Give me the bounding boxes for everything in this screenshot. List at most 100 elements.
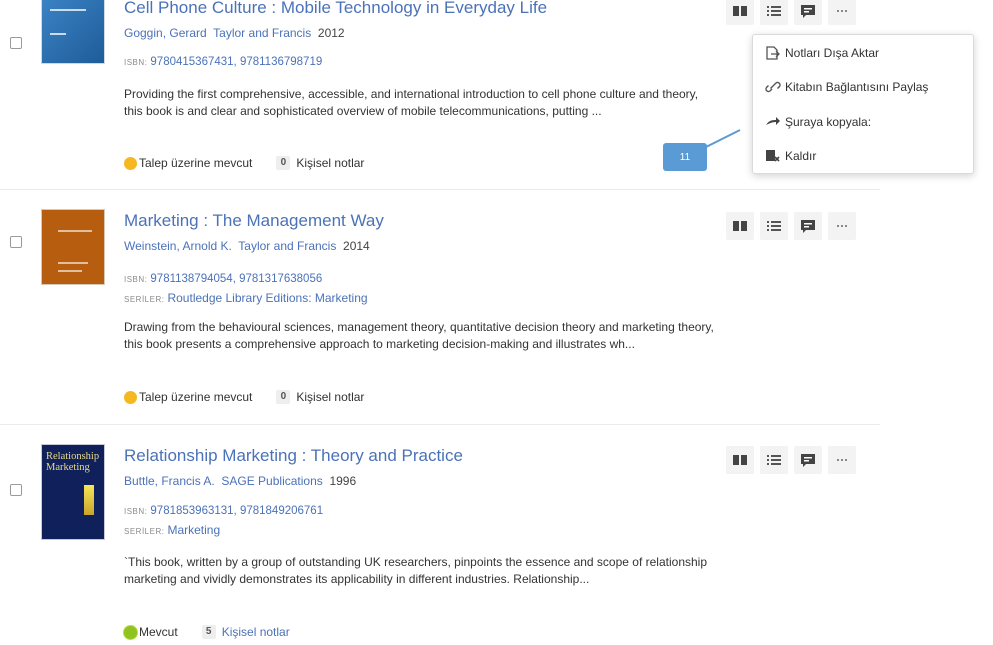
record-title[interactable]: Cell Phone Culture : Mobile Technology i… <box>124 0 547 18</box>
publisher-link[interactable]: SAGE Publications <box>221 474 322 488</box>
personal-notes[interactable]: 0 Kişisel notlar <box>276 390 364 404</box>
availability-status[interactable]: Talep üzerine mevcut <box>139 156 252 170</box>
book-icon <box>733 221 747 231</box>
details-button[interactable] <box>760 212 788 240</box>
comment-icon <box>801 453 815 467</box>
menu-item-remove[interactable]: Kaldır <box>765 149 816 163</box>
availability-dot-icon <box>124 156 137 170</box>
series-line: SERİLER: Routledge Library Editions: Mark… <box>124 291 368 305</box>
more-icon <box>837 459 847 461</box>
record-actions <box>726 212 856 240</box>
availability-dot-icon <box>124 625 137 639</box>
personal-notes[interactable]: 5 Kişisel notlar <box>201 625 290 639</box>
availability-line: Talep üzerine mevcut 0 Kişisel notlar <box>124 156 364 170</box>
remove-icon <box>766 150 780 162</box>
record-meta: Goggin, Gerard Taylor and Francis 2012 <box>124 26 345 40</box>
year: 1996 <box>329 474 357 488</box>
availability-status[interactable]: Mevcut <box>139 625 178 639</box>
comment-button[interactable] <box>794 212 822 240</box>
read-button[interactable] <box>726 212 754 240</box>
more-icon <box>837 10 847 12</box>
record-actions <box>726 0 856 25</box>
book-icon <box>733 6 747 16</box>
series-link[interactable]: Marketing <box>167 523 220 537</box>
book-cover[interactable] <box>41 0 105 64</box>
record-title[interactable]: Marketing : The Management Way <box>124 211 384 231</box>
isbn-value: 9781853963131, 9781849206761 <box>150 505 324 517</box>
record-meta: Buttle, Francis A. SAGE Publications 199… <box>124 474 356 488</box>
record-description: Drawing from the behavioural sciences, m… <box>124 320 714 351</box>
isbn-value: 9780415367431, 9781136798719 <box>150 56 323 68</box>
record-actions <box>726 446 856 474</box>
record-description: `This book, written by a group of outsta… <box>124 555 708 586</box>
menu-item-label: Kaldır <box>785 149 817 163</box>
read-button[interactable] <box>726 446 754 474</box>
comment-button[interactable] <box>794 0 822 25</box>
list-icon <box>767 455 781 465</box>
more-button[interactable] <box>828 446 856 474</box>
menu-item-label: Notları Dışa Aktar <box>785 46 880 60</box>
notes-count: 0 <box>276 390 291 404</box>
publisher-link[interactable]: Taylor and Francis <box>238 239 336 253</box>
select-checkbox[interactable] <box>10 37 22 49</box>
link-icon <box>765 81 781 93</box>
more-icon <box>837 225 847 227</box>
menu-item-copy-to[interactable]: Şuraya kopyala: <box>765 115 871 129</box>
list-icon <box>767 221 781 231</box>
availability-status[interactable]: Talep üzerine mevcut <box>139 390 252 404</box>
record-description: Providing the first comprehensive, acces… <box>124 87 699 118</box>
more-button[interactable] <box>828 0 856 25</box>
comment-button[interactable] <box>794 446 822 474</box>
divider <box>0 424 880 425</box>
author-link[interactable]: Buttle, Francis A. <box>124 474 215 488</box>
book-cover[interactable]: Relationship Marketing <box>41 444 105 540</box>
notes-label: Kişisel notlar <box>221 625 290 639</box>
book-icon <box>733 455 747 465</box>
details-button[interactable] <box>760 0 788 25</box>
details-button[interactable] <box>760 446 788 474</box>
divider <box>0 189 880 190</box>
menu-item-export-notes[interactable]: Notları Dışa Aktar <box>765 46 879 60</box>
export-icon <box>766 46 780 60</box>
comment-icon <box>801 4 815 18</box>
notes-count: 5 <box>201 625 216 639</box>
isbn-line: ISBN: 9780415367431, 9781136798719 <box>124 56 322 68</box>
series-link[interactable]: Routledge Library Editions: Marketing <box>167 291 367 305</box>
copy-arrow-icon <box>766 117 780 125</box>
more-actions-menu: Notları Dışa Aktar Kitabın Bağlantısını … <box>752 34 974 174</box>
list-icon <box>767 6 781 16</box>
author-link[interactable]: Goggin, Gerard <box>124 26 207 40</box>
availability-line: Talep üzerine mevcut 0 Kişisel notlar <box>124 390 364 404</box>
series-label: SERİLER: <box>124 527 165 536</box>
isbn-line: ISBN: 9781853963131, 9781849206761 <box>124 505 323 517</box>
year: 2014 <box>343 239 370 253</box>
cover-title: Relationship Marketing <box>46 451 100 473</box>
menu-item-label: Kitabın Bağlantısını Paylaş <box>785 80 929 94</box>
publisher-link[interactable]: Taylor and Francis <box>213 26 311 40</box>
notes-count: 0 <box>276 156 291 170</box>
callout-pointer <box>700 129 741 151</box>
comment-icon <box>801 219 815 233</box>
select-checkbox[interactable] <box>10 484 22 496</box>
select-checkbox[interactable] <box>10 236 22 248</box>
record-title[interactable]: Relationship Marketing : Theory and Prac… <box>124 446 463 466</box>
more-button[interactable] <box>828 212 856 240</box>
isbn-label: ISBN: <box>124 275 148 284</box>
callout-badge: 11 <box>663 143 707 171</box>
book-cover[interactable] <box>41 209 105 285</box>
year: 2012 <box>317 26 345 40</box>
personal-notes[interactable]: 0 Kişisel notlar <box>276 156 364 170</box>
menu-item-share-link[interactable]: Kitabın Bağlantısını Paylaş <box>765 80 928 94</box>
menu-item-label: Şuraya kopyala: <box>785 115 872 129</box>
isbn-value: 9781138794054, 9781317638056 <box>150 273 323 285</box>
read-button[interactable] <box>726 0 754 25</box>
record-meta: Weinstein, Arnold K. Taylor and Francis … <box>124 239 370 253</box>
isbn-label: ISBN: <box>124 58 148 67</box>
isbn-line: ISBN: 9781138794054, 9781317638056 <box>124 273 322 285</box>
notes-label: Kişisel notlar <box>296 156 365 170</box>
series-label: SERİLER: <box>124 295 165 304</box>
series-line: SERİLER: Marketing <box>124 523 220 537</box>
author-link[interactable]: Weinstein, Arnold K. <box>124 239 232 253</box>
notes-label: Kişisel notlar <box>296 390 365 404</box>
availability-dot-icon <box>124 390 137 404</box>
